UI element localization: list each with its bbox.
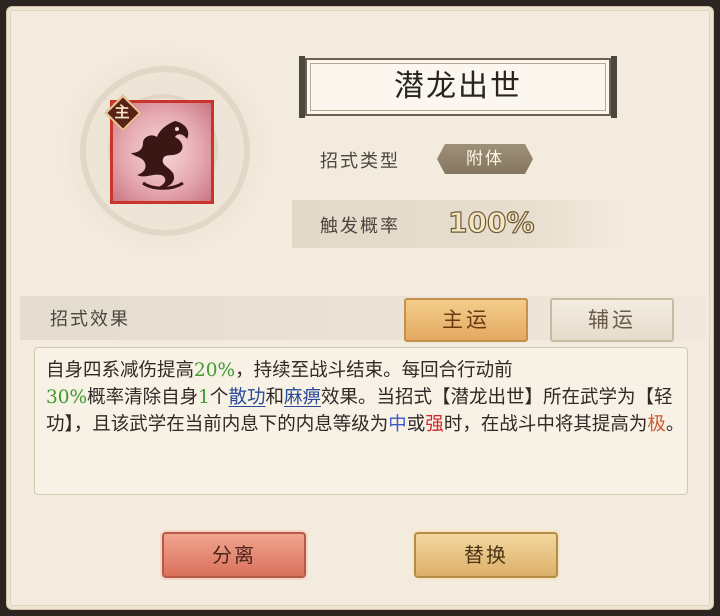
trigger-rate-label: 触发概率 bbox=[320, 216, 400, 237]
desc-text: 概率清除自身 bbox=[87, 387, 199, 408]
desc-value: 20% bbox=[194, 360, 236, 381]
desc-level: 中 bbox=[388, 414, 407, 435]
effect-description: 自身四系减伤提高20%，持续至战斗结束。每回合行动前 30%概率清除自身1个散功和… bbox=[46, 357, 696, 438]
skill-title-frame: 潜龙出世 bbox=[299, 56, 617, 118]
skill-name: 潜龙出世 bbox=[394, 69, 522, 104]
desc-text: ，持续至战斗结束。每回合行动前 bbox=[235, 360, 513, 381]
replace-button[interactable]: 替换 bbox=[414, 532, 558, 578]
desc-level: 极 bbox=[647, 414, 666, 435]
desc-text: 。 bbox=[665, 414, 685, 435]
desc-text: 个 bbox=[209, 387, 229, 408]
desc-text: 自身四系减伤提高 bbox=[46, 360, 195, 381]
badge-label: 主 bbox=[114, 103, 130, 121]
desc-value: 1 bbox=[198, 387, 210, 408]
tab-aux-practice[interactable]: 辅运 bbox=[550, 298, 674, 342]
tab-main-practice[interactable]: 主运 bbox=[404, 298, 528, 342]
desc-text: 和 bbox=[265, 387, 284, 408]
desc-text: 时，在战斗中将其提高为 bbox=[443, 414, 648, 435]
skill-type-badge: 附体 bbox=[437, 144, 533, 174]
skill-type-label: 招式类型 bbox=[320, 151, 400, 172]
desc-text: 或 bbox=[406, 414, 426, 435]
desc-level: 强 bbox=[425, 414, 444, 435]
split-button[interactable]: 分离 bbox=[162, 532, 306, 578]
desc-value: 30% bbox=[46, 387, 88, 408]
trigger-rate-value: 100% bbox=[447, 205, 535, 239]
effect-label: 招式效果 bbox=[50, 309, 130, 330]
status-link-dispel[interactable]: 散功 bbox=[228, 387, 265, 408]
status-link-paralysis[interactable]: 麻痹 bbox=[284, 387, 321, 408]
main-badge: 主 bbox=[104, 94, 142, 132]
